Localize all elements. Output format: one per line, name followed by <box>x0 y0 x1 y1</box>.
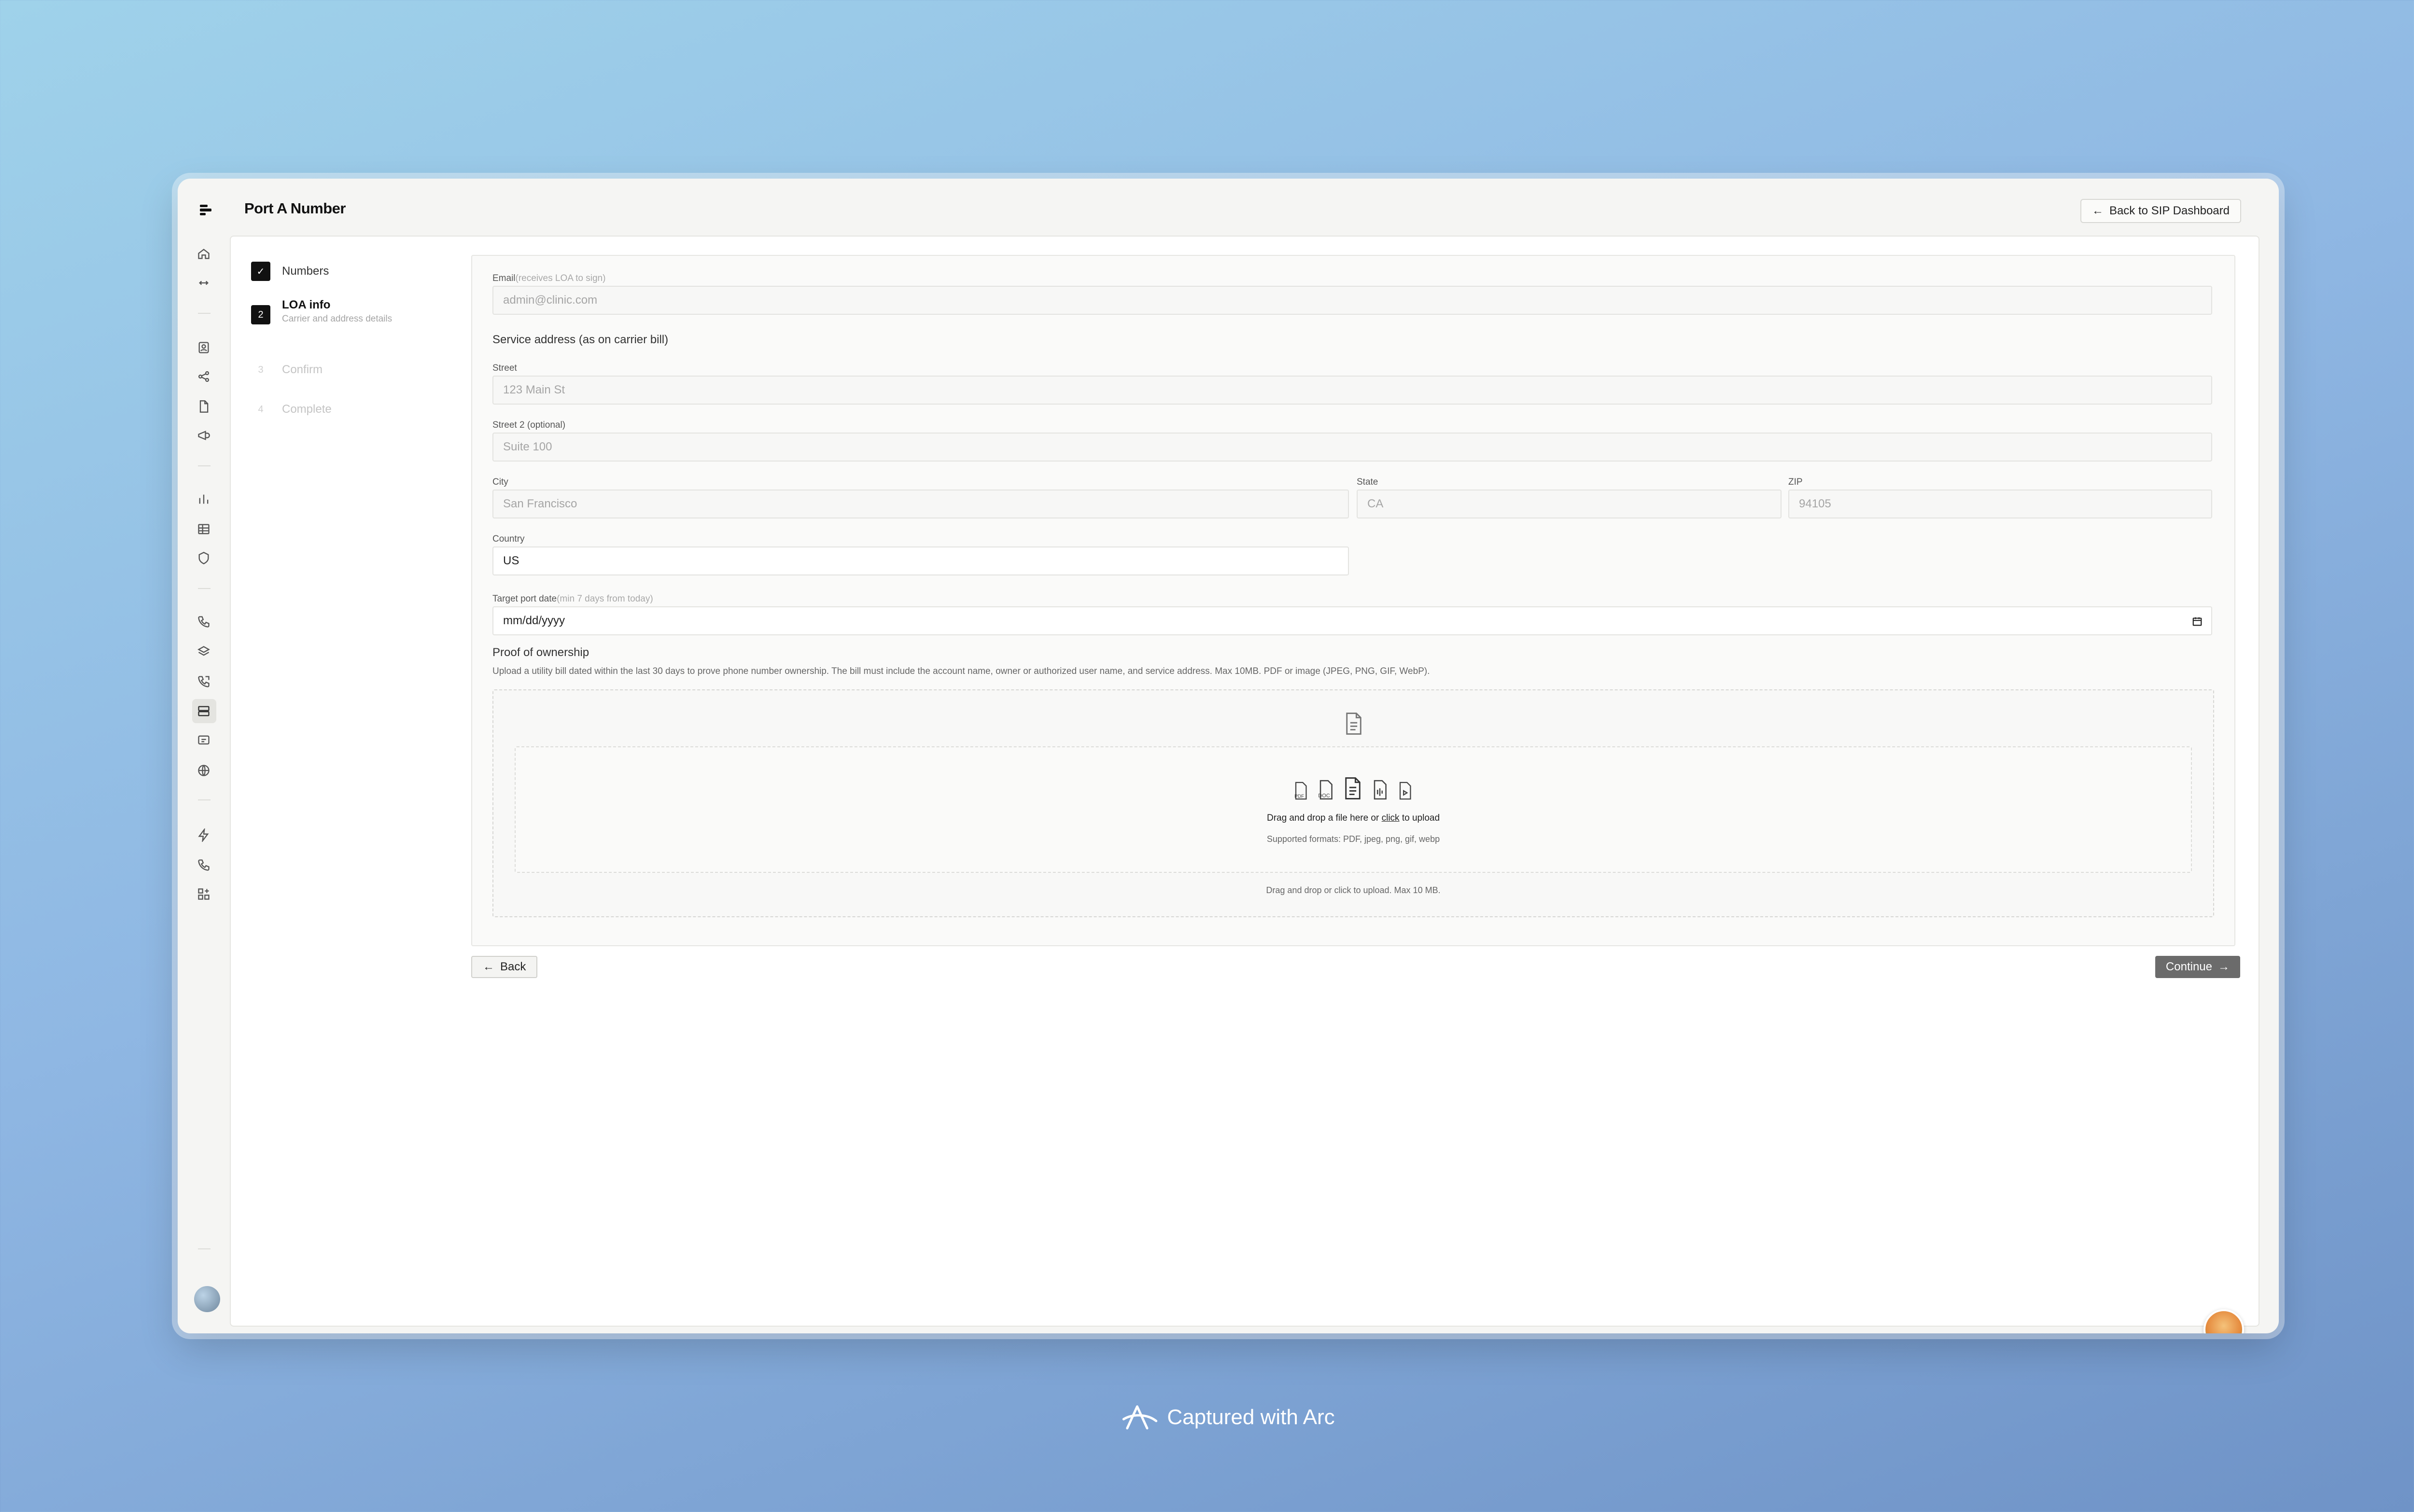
country-field[interactable]: US <box>492 546 1349 575</box>
upload-inner-zone[interactable]: PDF DOC Drag and drop a file here or cli… <box>515 746 2192 873</box>
page-title: Port A Number <box>244 200 346 217</box>
support-avatar-button[interactable] <box>2203 1309 2244 1333</box>
service-address-heading: Service address (as on carrier bill) <box>492 333 669 346</box>
step-label: Confirm <box>282 363 323 376</box>
upload-footer-note: Drag and drop or click to upload. Max 10… <box>1266 885 1441 895</box>
divider <box>198 313 211 314</box>
email-field[interactable]: admin@clinic.com <box>492 286 2212 315</box>
app-window: Port A Number ← Back to SIP Dashboard ✓ … <box>178 179 2279 1333</box>
arc-logo-icon <box>1123 1405 1158 1429</box>
svg-text:DOC: DOC <box>1318 793 1330 799</box>
date-value: mm/dd/yyyy <box>503 614 565 627</box>
click-to-upload-link[interactable]: click <box>1382 813 1400 823</box>
email-label: Email(receives LOA to sign) <box>492 273 606 283</box>
state-field[interactable]: CA <box>1357 490 1782 518</box>
share-icon[interactable] <box>197 370 211 383</box>
street2-label: Street 2 (optional) <box>492 420 566 430</box>
arrow-left-icon: ← <box>483 960 494 973</box>
divider <box>198 588 211 589</box>
upload-dropzone[interactable]: PDF DOC Drag and drop a file here or cli… <box>492 689 2214 917</box>
icon-sidebar <box>178 236 230 1333</box>
continue-button-label: Continue <box>2165 960 2212 973</box>
street-field[interactable]: 123 Main St <box>492 376 2212 405</box>
arrow-left-icon: ← <box>2091 204 2104 217</box>
back-to-dashboard-label: Back to SIP Dashboard <box>2109 204 2230 217</box>
calendar-icon[interactable] <box>2192 616 2203 627</box>
phone-flow-icon[interactable] <box>197 858 211 872</box>
step-label: LOA info <box>282 298 331 311</box>
main-content: ✓ Numbers 2 LOA info Carrier and address… <box>230 236 2260 1333</box>
state-label: State <box>1357 477 1378 487</box>
proof-description: Upload a utility bill dated within the l… <box>492 666 1430 676</box>
top-bar: Port A Number ← Back to SIP Dashboard <box>178 179 2279 236</box>
text-file-icon <box>1345 777 1361 799</box>
bar-chart-icon[interactable] <box>197 492 211 506</box>
city-field[interactable]: San Francisco <box>492 490 1349 518</box>
doc-file-icon: DOC <box>1318 780 1333 800</box>
step-sublabel: Carrier and address details <box>282 314 393 324</box>
back-button-label: Back <box>500 960 526 973</box>
proof-heading: Proof of ownership <box>492 646 589 659</box>
back-button[interactable]: ← Back <box>471 956 538 978</box>
message-icon[interactable] <box>197 734 211 747</box>
phone-icon[interactable] <box>197 615 211 629</box>
street2-field[interactable]: Suite 100 <box>492 433 2212 462</box>
divider <box>198 799 211 800</box>
megaphone-icon[interactable] <box>197 429 211 442</box>
divider <box>198 465 211 466</box>
phone-forward-icon[interactable] <box>197 675 211 688</box>
table-icon[interactable] <box>197 522 211 536</box>
arrow-right-icon: → <box>2218 960 2230 973</box>
shield-icon[interactable] <box>197 551 211 565</box>
video-file-icon <box>1399 782 1411 800</box>
document-icon[interactable] <box>197 400 211 413</box>
step-number: 2 <box>251 305 270 324</box>
contacts-icon[interactable] <box>197 341 211 354</box>
step-check-icon: ✓ <box>251 262 270 281</box>
target-date-field[interactable]: mm/dd/yyyy <box>492 606 2212 635</box>
collapse-icon[interactable] <box>197 276 211 290</box>
user-avatar[interactable] <box>194 1286 220 1312</box>
target-date-label: Target port date(min 7 days from today) <box>492 594 653 604</box>
file-types-icons: PDF DOC <box>1292 776 1414 800</box>
supported-formats: Supported formats: PDF, jpeg, png, gif, … <box>1266 834 1440 844</box>
svg-text:PDF: PDF <box>1294 794 1304 799</box>
drop-instruction: Drag and drop a file here or click to up… <box>1266 813 1440 823</box>
street-label: Street <box>492 363 517 373</box>
step-label: Numbers <box>282 265 329 278</box>
city-label: City <box>492 477 508 487</box>
globe-icon[interactable] <box>197 764 211 777</box>
arc-label: Captured with Arc <box>1167 1405 1335 1429</box>
step-number: 3 <box>258 364 264 375</box>
layers-icon[interactable] <box>197 645 211 658</box>
zip-field[interactable]: 94105 <box>1788 490 2212 518</box>
back-to-dashboard-button[interactable]: ← Back to SIP Dashboard <box>2080 199 2241 223</box>
zip-label: ZIP <box>1788 477 1803 487</box>
file-icon <box>1346 713 1361 735</box>
step-number: 4 <box>258 404 264 415</box>
bolt-icon[interactable] <box>197 827 211 843</box>
capture-watermark: Captured with Arc <box>0 1403 2414 1432</box>
step-label: Complete <box>282 403 332 416</box>
continue-button[interactable]: Continue → <box>2155 956 2240 978</box>
home-icon[interactable] <box>197 247 211 261</box>
app-logo-icon[interactable] <box>199 203 213 217</box>
loa-form: Email(receives LOA to sign) admin@clinic… <box>471 255 2235 946</box>
country-label: Country <box>492 534 525 544</box>
pdf-file-icon: PDF <box>1294 782 1307 800</box>
audio-file-icon <box>1374 780 1387 800</box>
server-icon[interactable] <box>197 704 211 718</box>
apps-icon[interactable] <box>197 887 211 901</box>
divider <box>198 1248 211 1249</box>
